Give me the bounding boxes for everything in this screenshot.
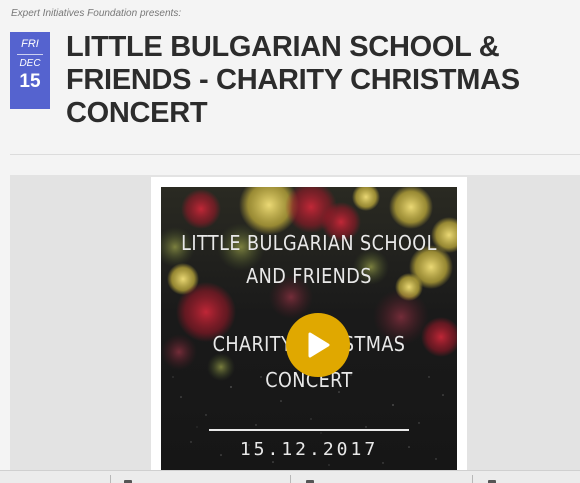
poster-line-1: LITTLE BULGARIAN SCHOOL xyxy=(181,231,437,255)
date-day: 15 xyxy=(19,71,41,92)
play-icon xyxy=(308,332,330,358)
event-poster: LITTLE BULGARIAN SCHOOL AND FRIENDS CHAR… xyxy=(161,187,457,470)
presenter-line: Expert Initiatives Foundation presents: xyxy=(11,8,182,19)
event-page: Expert Initiatives Foundation presents: … xyxy=(0,0,580,483)
poster-line-2: AND FRIENDS xyxy=(246,264,372,288)
event-title: LITTLE BULGARIAN SCHOOL & FRIENDS - CHAR… xyxy=(66,31,520,129)
header-divider xyxy=(10,154,580,155)
poster-date: 15.12.2017 xyxy=(239,439,379,460)
date-month: DEC xyxy=(17,54,43,69)
tab-separator xyxy=(472,475,473,483)
poster-rule xyxy=(209,429,409,431)
tab-separator xyxy=(290,475,291,483)
video-player[interactable]: LITTLE BULGARIAN SCHOOL AND FRIENDS CHAR… xyxy=(151,177,467,470)
bottom-tab-bar xyxy=(0,470,580,483)
play-button[interactable] xyxy=(286,313,350,377)
tab-separator xyxy=(110,475,111,483)
date-badge: FRI DEC 15 xyxy=(10,32,50,109)
date-day-of-week: FRI xyxy=(21,38,39,50)
